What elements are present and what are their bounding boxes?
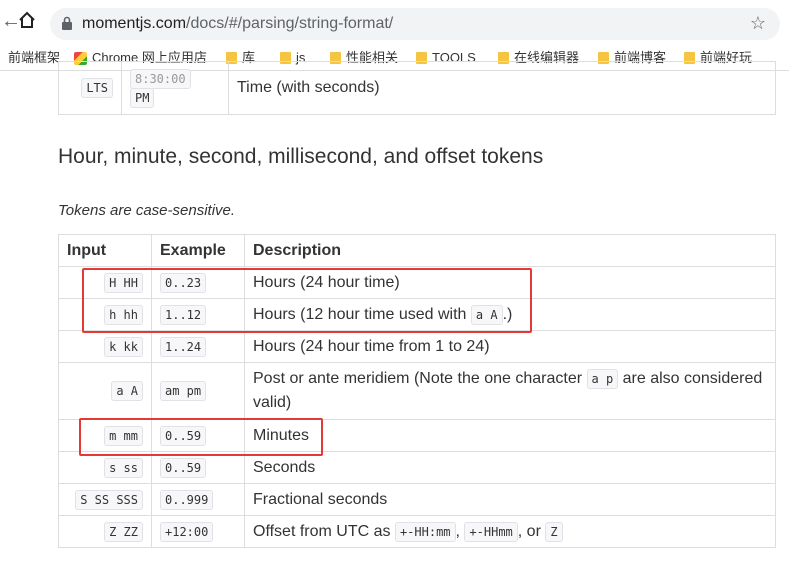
example-cell: 1..24 — [151, 330, 245, 363]
header-input: Input — [58, 234, 152, 267]
description-text: , or — [517, 522, 546, 540]
url-text: momentjs.com/docs/#/parsing/string-forma… — [82, 15, 394, 32]
inline-code: +-HHmm — [464, 521, 518, 542]
description-text: Post or ante meridiem (Note the one char… — [253, 370, 587, 387]
token-code: Z ZZ — [104, 521, 143, 542]
address-bar[interactable]: momentjs.com/docs/#/parsing/string-forma… — [50, 8, 780, 40]
token-cell: s ss — [58, 451, 152, 484]
browser-toolbar: ← momentjs.com/docs/#/parsing/string-for… — [0, 0, 789, 46]
table-row: Z ZZ +12:00 Offset from UTC as +-HH:mm, … — [58, 515, 776, 548]
lock-icon — [62, 16, 72, 30]
example-code: 0..59 — [160, 457, 207, 478]
highlight-box-hours — [82, 268, 532, 333]
example-cell: +12:00 — [151, 515, 245, 548]
token-cell: k kk — [58, 330, 152, 363]
description-cell: Offset from UTC as +-HH:mm, +-HHmm, or Z — [244, 515, 776, 548]
example-cell: 0..59 — [151, 451, 245, 484]
description-cell: Minutes — [244, 419, 776, 452]
example-code: 1..24 — [160, 336, 207, 357]
page-content: LTS 8:30:00 PM Time (with seconds) Hour, … — [0, 61, 789, 561]
token-code: a A — [111, 381, 143, 401]
section-heading: Hour, minute, second, millisecond, and o… — [58, 145, 544, 168]
example-code: PM — [130, 87, 155, 108]
example-code: am pm — [160, 381, 207, 401]
token-code: LTS — [81, 78, 113, 98]
description-text: Offset from UTC as — [253, 522, 395, 540]
token-code: S SS SSS — [75, 489, 143, 510]
example-cell: 0..999 — [151, 483, 245, 516]
home-icon[interactable] — [16, 10, 38, 32]
table-row: a A am pm Post or ante meridiem (Note th… — [58, 362, 776, 420]
example-code: 8:30:00 — [130, 68, 191, 89]
header-row: Input Example Description — [58, 234, 776, 267]
bookmark-item[interactable]: 前端框架 — [8, 50, 60, 66]
token-cell: S SS SSS — [58, 483, 152, 516]
inline-code: +-HH:mm — [394, 521, 456, 542]
example-cell: am pm — [151, 362, 245, 420]
table-row: s ss 0..59 Seconds — [58, 451, 776, 484]
description-cell: Fractional seconds — [244, 483, 776, 516]
previous-table: LTS 8:30:00 PM Time (with seconds) — [58, 61, 776, 115]
table-row: LTS 8:30:00 PM Time (with seconds) — [58, 61, 776, 115]
token-cell: LTS — [58, 61, 122, 115]
case-sensitive-note: Tokens are case-sensitive. — [58, 202, 236, 219]
table-row: k kk 1..24 Hours (24 hour time from 1 to… — [58, 330, 776, 363]
example-cell: 8:30:00 PM — [121, 61, 229, 115]
token-cell: Z ZZ — [58, 515, 152, 548]
highlight-box-minutes — [79, 418, 323, 456]
table-row: S SS SSS 0..999 Fractional seconds — [58, 483, 776, 516]
description-cell: Hours (24 hour time from 1 to 24) — [244, 330, 776, 363]
token-cell: a A — [58, 362, 152, 420]
header-description: Description — [244, 234, 776, 267]
description-cell: Seconds — [244, 451, 776, 484]
inline-code: a p — [586, 369, 619, 389]
token-code: k kk — [104, 336, 143, 357]
inline-code: Z — [545, 521, 563, 542]
token-code: s ss — [104, 457, 143, 478]
bookmark-star-icon[interactable]: ☆ — [750, 13, 766, 34]
example-code: 0..999 — [160, 489, 214, 510]
header-example: Example — [151, 234, 245, 267]
example-code: +12:00 — [160, 521, 214, 542]
description-cell: Post or ante meridiem (Note the one char… — [244, 362, 776, 420]
description-cell: Time (with seconds) — [228, 61, 776, 115]
